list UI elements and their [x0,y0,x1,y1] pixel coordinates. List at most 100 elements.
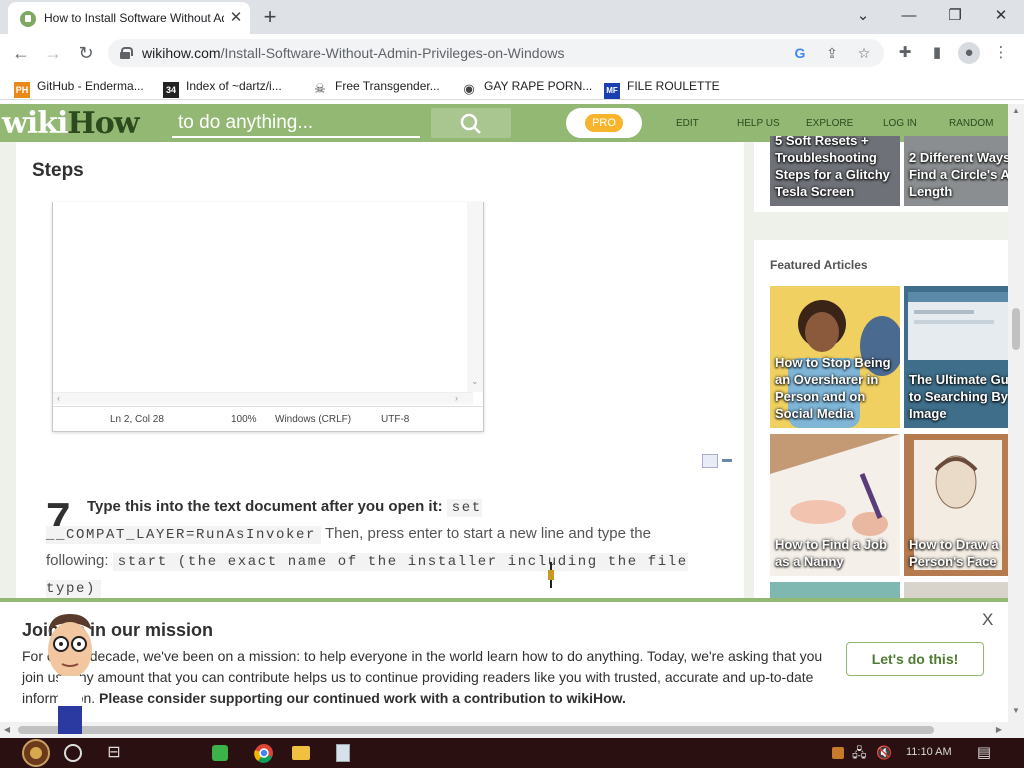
tray-app-icon[interactable] [832,747,844,759]
extensions-puzzle-icon[interactable]: ✚ [894,42,916,64]
bookmark-github[interactable]: PH GitHub - Enderma... [14,77,144,98]
url-text[interactable]: wikihow.com/Install-Software-Without-Adm… [142,45,564,61]
status-zoom: 100% [231,414,257,425]
notifications-icon[interactable]: ▤ [972,741,996,765]
banner-close-button[interactable]: X [982,610,993,630]
start-orb-icon[interactable] [22,739,50,767]
ph-icon: PH [14,82,30,98]
globe-icon: ◉ [461,81,477,97]
address-bar[interactable]: wikihow.com/Install-Software-Without-Adm… [108,39,884,67]
side-panel-icon[interactable]: ▮ [926,42,948,64]
task-view-icon[interactable]: ⊟ [102,741,126,765]
back-arrow-icon[interactable]: ← [8,40,34,66]
featured-card-title: The Ultimate Guide to Searching By Image [909,372,1008,421]
notepad-scrollbar: ⌄ [467,202,483,392]
featured-card-title: How to Stop Being an Oversharer in Perso… [775,355,891,421]
scroll-right-icon[interactable]: ▶ [992,722,1006,738]
nav-help-us[interactable]: HELP US [737,116,780,132]
nav-edit[interactable]: EDIT [676,116,699,132]
tab-title: How to Install Software Without Admin Pr… [44,11,224,25]
close-window-button[interactable]: ✕ [978,2,1024,30]
step-text: Type this into the text document after y… [46,494,706,602]
code-start-command: start (the exact name of the installer i… [46,553,688,598]
hscroll-thumb[interactable] [18,726,934,734]
status-eol: Windows (CRLF) [275,414,352,425]
spotify-icon[interactable] [212,745,228,761]
wikihow-logo[interactable]: wikiHow [2,106,140,141]
featured-card-oversharer[interactable]: How to Stop Being an Oversharer in Perso… [770,286,900,428]
skull-icon: ☠ [312,81,328,97]
notepad-screenshot-image: ⌄ ‹ › Ln 2, Col 28 100% Windows (CRLF) UT… [52,202,484,432]
forward-arrow-icon[interactable]: → [40,40,66,66]
notepad-hscrollbar: ‹ › [53,392,473,404]
profile-avatar-icon[interactable]: ● [958,42,980,64]
tab-search-icon[interactable]: ⌄ [840,2,886,30]
search-icon [460,113,481,134]
notepad-icon[interactable] [336,744,350,762]
search-circle-icon[interactable] [64,744,82,762]
banner-body: For over a decade, we've been on a missi… [22,646,832,709]
lock-icon[interactable] [120,47,133,59]
clock[interactable]: 11:10 AM [906,746,952,758]
bookmark-gay[interactable]: ◉ GAY RAPE PORN... [461,77,592,97]
tab-strip: How to Install Software Without Admin Pr… [0,0,1024,34]
nav-explore[interactable]: EXPLORE [806,116,853,132]
volume-muted-icon[interactable]: 🔇 [876,741,900,765]
banner-body-bold: Please consider supporting our continued… [99,690,626,706]
scroll-down-icon[interactable]: ▼ [1008,704,1024,718]
bookmark-index[interactable]: 34 Index of ~dartz/i... [163,77,282,98]
image-list-icon[interactable] [702,454,718,468]
notepad-status-bar: Ln 2, Col 28 100% Windows (CRLF) UTF-8 [53,406,483,430]
featured-card-title: How to Draw a Person's Face [909,537,999,569]
mascot-character-icon [48,614,92,734]
bookmark-star-icon[interactable]: ☆ [854,43,874,63]
step-lead: Type this into the text document after y… [87,498,443,515]
new-tab-button[interactable]: + [258,4,282,30]
related-card-tesla[interactable]: 5 Soft Resets + Troubleshooting Steps fo… [770,136,900,206]
google-lens-icon[interactable]: G [790,43,810,63]
donate-button[interactable]: Let's do this! [846,642,984,676]
reload-icon[interactable]: ↻ [73,40,99,66]
status-position: Ln 2, Col 28 [110,414,164,425]
bookmark-free[interactable]: ☠ Free Transgender... [312,77,440,97]
chrome-icon[interactable] [252,741,276,765]
nav-random[interactable]: RANDOM [949,116,993,132]
menu-kebab-icon[interactable]: ⋮ [990,42,1012,64]
restore-button[interactable]: ❐ [932,2,978,30]
featured-card-title: How to Find a Job as a Nanny [775,537,887,569]
image-tools[interactable]: ▬ [702,454,742,470]
browser-tab[interactable]: How to Install Software Without Admin Pr… [8,2,250,34]
image-expand-icon[interactable]: ▬ [722,454,738,468]
index-icon: 34 [163,82,179,98]
text-cursor-icon [548,562,554,588]
wikihow-favicon-icon [20,11,36,27]
related-card-arc[interactable]: 2 Different Ways to Find a Circle's Arc … [904,136,1008,206]
status-encoding: UTF-8 [381,414,410,425]
share-icon[interactable]: ⇪ [822,43,842,63]
pro-badge: PRO [585,114,623,132]
donation-banner: Join us in our mission For over a decade… [0,598,1008,722]
scroll-thumb[interactable] [1012,308,1020,350]
minimize-button[interactable]: — [886,2,932,30]
file-explorer-icon[interactable] [292,746,310,760]
tab-close-icon[interactable]: ✕ [226,8,246,28]
pro-button[interactable]: PRO [566,108,642,138]
windows-taskbar: ⊟ 🖧 🔇 11:10 AM ▤ [0,738,1024,768]
page-scrollbar[interactable]: ▲ ▼ [1008,104,1024,738]
page-hscrollbar[interactable]: ◀ ▶ [0,722,1008,738]
bookmarks-bar: PH GitHub - Enderma... 34 Index of ~dartz/… [0,72,1024,100]
featured-card-draw-face[interactable]: How to Draw a Person's Face [904,434,1008,576]
featured-card-nanny[interactable]: How to Find a Job as a Nanny [770,434,900,576]
scroll-left-icon[interactable]: ◀ [0,722,14,738]
mf-icon: MF [604,83,620,99]
page-viewport: wikiHow to do anything... PRO EDIT HELP … [0,104,1024,738]
nav-log-in[interactable]: LOG IN [883,116,917,132]
sidebar-related: 5 Soft Resets + Troubleshooting Steps fo… [754,136,1008,212]
bookmark-file-roulette[interactable]: MF FILE ROULETTE [604,77,720,99]
featured-title: Featured Articles [770,258,868,272]
scroll-up-icon[interactable]: ▲ [1008,104,1024,118]
featured-card-image-search[interactable]: The Ultimate Guide to Searching By Image [904,286,1008,428]
search-button[interactable] [431,108,511,138]
search-input[interactable]: to do anything... [172,108,420,138]
network-icon[interactable]: 🖧 [852,741,876,765]
